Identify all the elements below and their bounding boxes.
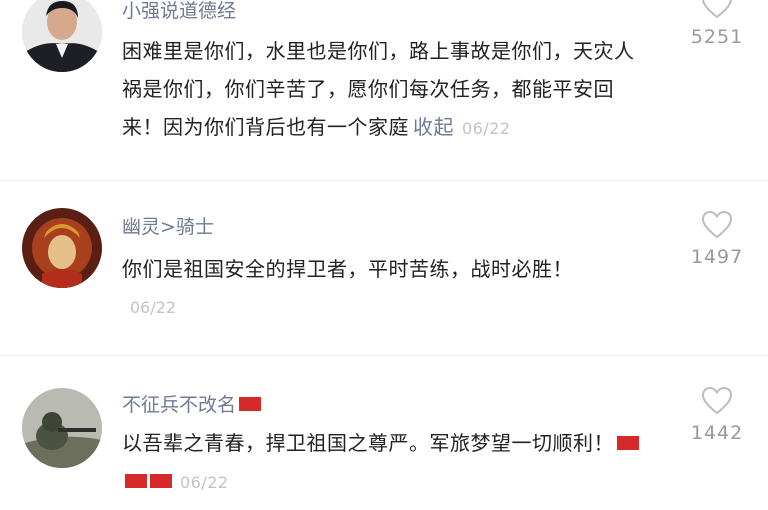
red-flag-icon <box>617 435 639 450</box>
comment-item: 不征兵不改名 以吾辈之青春，捍卫祖国之尊严。军旅梦望一切顺利！ 06/22 144… <box>0 380 768 510</box>
avatar[interactable] <box>22 388 102 468</box>
red-flag-icon <box>125 473 147 488</box>
like-count: 5251 <box>690 26 744 48</box>
red-flag-icon <box>239 396 262 411</box>
comment-text: 困难里是你们，水里也是你们，路上事故是你们，天灾人祸是你们，你们辛苦了，愿你们每… <box>122 32 642 148</box>
avatar-image <box>22 0 102 72</box>
comment-body: 你们是祖国安全的捍卫者，平时苦练，战时必胜！ <box>122 257 573 281</box>
divider <box>0 180 768 181</box>
comment-item: 小强说道德经 困难里是你们，水里也是你们，路上事故是你们，天灾人祸是你们，你们辛… <box>0 0 768 170</box>
collapse-link[interactable]: 收起 <box>413 115 454 139</box>
like-button[interactable]: 5251 <box>690 0 744 48</box>
comment-body: 以吾辈之青春，捍卫祖国之尊严。军旅梦望一切顺利！ <box>122 431 614 455</box>
avatar[interactable] <box>22 208 102 288</box>
comment-date: 06/22 <box>130 298 177 317</box>
comment-body: 困难里是你们，水里也是你们，路上事故是你们，天灾人祸是你们，你们辛苦了，愿你们每… <box>122 39 635 139</box>
comment-date: 06/22 <box>180 473 229 492</box>
like-button[interactable]: 1497 <box>690 210 744 268</box>
like-count: 1497 <box>690 246 744 268</box>
avatar-image <box>22 388 102 468</box>
username: 不征兵不改名 <box>122 390 262 417</box>
username-text[interactable]: 不征兵不改名 <box>122 394 236 416</box>
like-count: 1442 <box>690 422 744 444</box>
like-button[interactable]: 1442 <box>690 386 744 444</box>
username[interactable]: 小强说道德经 <box>122 0 236 23</box>
divider <box>0 355 768 356</box>
heart-outline-icon <box>701 210 733 239</box>
comment-text: 你们是祖国安全的捍卫者，平时苦练，战时必胜！ <box>122 250 642 288</box>
username[interactable]: 幽灵>骑士 <box>122 212 214 239</box>
avatar-image <box>22 208 102 288</box>
avatar[interactable] <box>22 0 102 72</box>
heart-outline-icon <box>701 386 733 415</box>
red-flag-icon <box>150 473 172 488</box>
comment-text: 以吾辈之青春，捍卫祖国之尊严。军旅梦望一切顺利！ 06/22 <box>122 424 642 502</box>
comment-date: 06/22 <box>462 119 511 138</box>
comment-item: 幽灵>骑士 你们是祖国安全的捍卫者，平时苦练，战时必胜！ 06/22 1497 <box>0 200 768 340</box>
heart-outline-icon <box>702 0 732 19</box>
